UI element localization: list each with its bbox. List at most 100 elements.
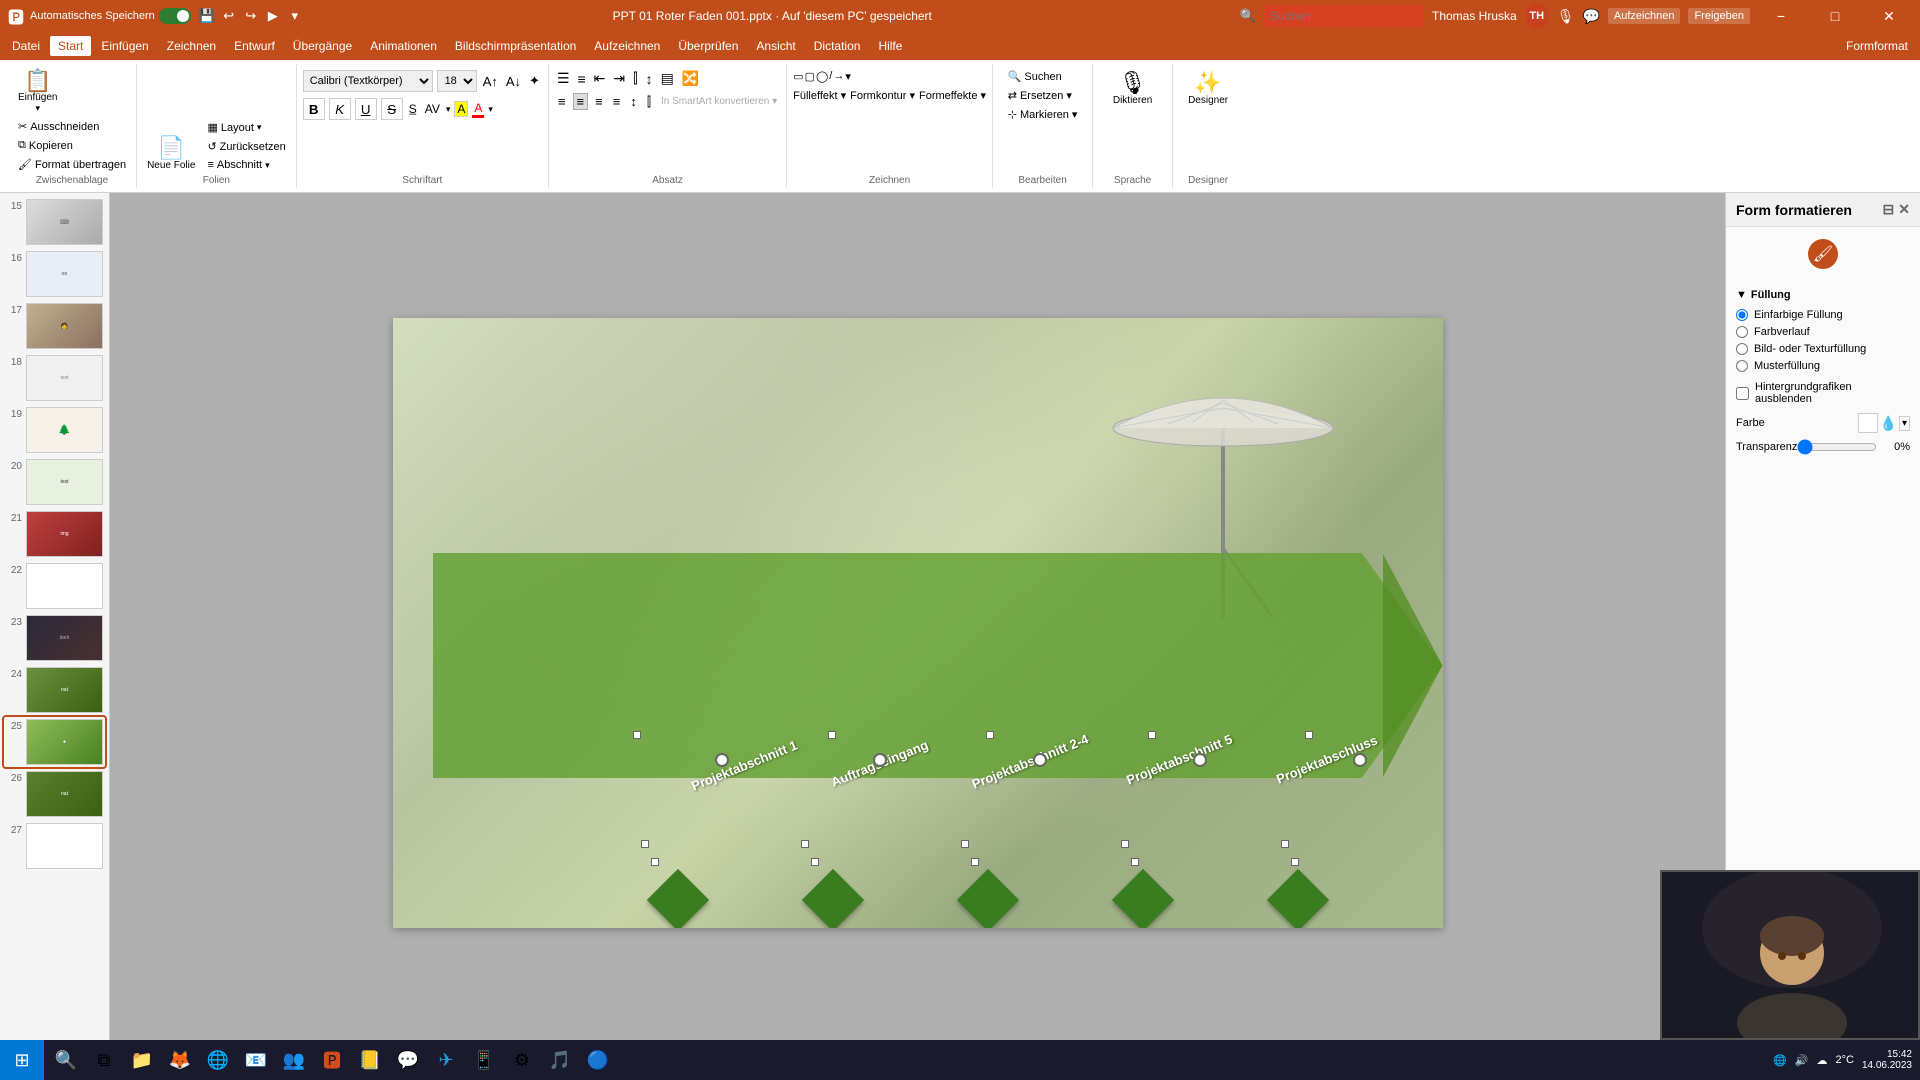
copy-button[interactable]: ⧉ Kopieren bbox=[14, 137, 77, 154]
search-icon[interactable]: 🔍 bbox=[1240, 8, 1256, 24]
rotate-handle-4[interactable] bbox=[1193, 753, 1207, 767]
menu-ueberpruefen[interactable]: Überprüfen bbox=[670, 36, 746, 56]
panel-close-button[interactable]: ✕ bbox=[1898, 201, 1910, 218]
color-eyedropper-icon[interactable]: 💧 bbox=[1880, 415, 1897, 432]
italic-button[interactable]: K bbox=[329, 98, 351, 120]
menu-formformat[interactable]: Formformat bbox=[1838, 36, 1916, 56]
fill-pattern-option[interactable]: Musterfüllung bbox=[1736, 360, 1910, 372]
rotate-handle-3[interactable] bbox=[1033, 753, 1047, 767]
increase-font-icon[interactable]: A↑ bbox=[481, 74, 500, 89]
slide-thumb-20[interactable]: 20 text bbox=[4, 457, 105, 507]
menu-dictation[interactable]: Dictation bbox=[806, 36, 869, 56]
taskbar-telegram[interactable]: ✈ bbox=[428, 1042, 464, 1078]
taskbar-app3[interactable]: 🎵 bbox=[542, 1042, 578, 1078]
taskbar-chrome[interactable]: 🌐 bbox=[200, 1042, 236, 1078]
slide-thumb-16[interactable]: 16 ≡≡ bbox=[4, 249, 105, 299]
taskbar-volume-icon[interactable]: 🔊 bbox=[1795, 1054, 1809, 1067]
format-paint-icon[interactable]: 🖌 bbox=[1808, 239, 1838, 269]
menu-animationen[interactable]: Animationen bbox=[362, 36, 445, 56]
menu-datei[interactable]: Datei bbox=[4, 36, 48, 56]
fill-effect-icon[interactable]: Fülleffekt ▾ bbox=[793, 89, 846, 102]
taskbar-onenote[interactable]: 📒 bbox=[352, 1042, 388, 1078]
taskbar-outlook[interactable]: 📧 bbox=[238, 1042, 274, 1078]
slide-thumb-21[interactable]: 21 img bbox=[4, 509, 105, 559]
record-btn[interactable]: Aufzeichnen bbox=[1608, 8, 1681, 24]
taskbar-teams[interactable]: 👥 bbox=[276, 1042, 312, 1078]
format-copy-button[interactable]: 🖌 Format übertragen bbox=[14, 156, 130, 173]
taskbar-firefox[interactable]: 🦊 bbox=[162, 1042, 198, 1078]
slide-thumb-25[interactable]: 25 ● bbox=[4, 717, 105, 767]
font-size-select[interactable]: 18 bbox=[437, 70, 477, 92]
increase-indent-icon[interactable]: ⇥ bbox=[611, 70, 627, 87]
section-button[interactable]: ≡ Abschnitt ▾ bbox=[203, 157, 289, 173]
taskbar-search[interactable]: 🔍 bbox=[48, 1042, 84, 1078]
shape-rounded[interactable]: ▢ bbox=[805, 70, 815, 83]
menu-hilfe[interactable]: Hilfe bbox=[870, 36, 910, 56]
border-icon[interactable]: Formkontur ▾ bbox=[850, 89, 915, 102]
color-swatch[interactable] bbox=[1858, 413, 1878, 433]
save-icon[interactable]: 💾 bbox=[197, 6, 217, 26]
canvas-area[interactable]: Projektabschnitt 1 Auftragseingang Proje… bbox=[110, 193, 1725, 1053]
columns-icon[interactable]: ⫿ bbox=[631, 70, 639, 87]
undo-icon[interactable]: ↩ bbox=[219, 6, 239, 26]
hide-bg-option[interactable]: Hintergrundgrafiken ausblenden bbox=[1736, 381, 1910, 405]
hide-bg-checkbox[interactable] bbox=[1736, 387, 1749, 400]
font-color-arrow2[interactable]: ▾ bbox=[488, 104, 493, 115]
line-spacing-icon[interactable]: ↕ bbox=[627, 94, 640, 109]
fill-solid-option[interactable]: Einfarbige Füllung bbox=[1736, 309, 1910, 321]
rotate-handle-1[interactable] bbox=[715, 753, 729, 767]
cut-button[interactable]: ✂ Ausschneiden bbox=[14, 118, 103, 135]
search-input[interactable] bbox=[1264, 5, 1424, 27]
columns2-icon[interactable]: ⫿ bbox=[644, 94, 654, 110]
paste-arrow[interactable]: ▾ bbox=[35, 103, 40, 114]
slide-thumb-15[interactable]: 15 ⌨ bbox=[4, 197, 105, 247]
rotate-handle-2[interactable] bbox=[873, 753, 887, 767]
char-spacing-icon[interactable]: AV bbox=[423, 102, 442, 116]
fill-texture-option[interactable]: Bild- oder Texturfüllung bbox=[1736, 343, 1910, 355]
slide-thumb-26[interactable]: 26 nat bbox=[4, 769, 105, 819]
panel-collapse-button[interactable]: ⊟ bbox=[1883, 201, 1895, 218]
shape-circle[interactable]: ◯ bbox=[816, 70, 828, 83]
slide-thumb-27[interactable]: 27 bbox=[4, 821, 105, 871]
taskbar-app1[interactable]: 📱 bbox=[466, 1042, 502, 1078]
taskbar-app2[interactable]: ⚙ bbox=[504, 1042, 540, 1078]
taskbar-app4[interactable]: 🔵 bbox=[580, 1042, 616, 1078]
taskbar-explorer[interactable]: 📁 bbox=[124, 1042, 160, 1078]
replace-button[interactable]: ⇄ Ersetzen ▾ bbox=[1004, 87, 1082, 104]
share-btn[interactable]: Freigeben bbox=[1688, 8, 1750, 24]
transparency-slider[interactable] bbox=[1797, 439, 1877, 455]
shape-more[interactable]: ▾ bbox=[845, 70, 851, 83]
user-avatar[interactable]: TH bbox=[1525, 4, 1549, 28]
text-shadow-icon[interactable]: S̲ bbox=[407, 102, 419, 116]
menu-uebergaenge[interactable]: Übergänge bbox=[285, 36, 360, 56]
close-button[interactable]: ✕ bbox=[1866, 0, 1912, 32]
mic-icon[interactable]: 🎙 bbox=[1557, 8, 1575, 25]
slide-thumb-24[interactable]: 24 nat bbox=[4, 665, 105, 715]
shape-rect[interactable]: ▭ bbox=[793, 70, 803, 83]
start-button[interactable]: ⊞ bbox=[0, 1040, 44, 1080]
fill-solid-radio[interactable] bbox=[1736, 309, 1748, 321]
redo-icon[interactable]: ↪ bbox=[241, 6, 261, 26]
layout-arrow[interactable]: ▾ bbox=[257, 122, 262, 133]
justify-icon[interactable]: ≡ bbox=[610, 94, 624, 109]
slide-thumb-23[interactable]: 23 dark bbox=[4, 613, 105, 663]
list-unordered-icon[interactable]: ☰ bbox=[555, 70, 572, 87]
present-icon[interactable]: ▶ bbox=[263, 6, 283, 26]
reset-button[interactable]: ↺ Zurücksetzen bbox=[203, 138, 289, 155]
new-slide-button[interactable]: 📄 Neue Folie bbox=[143, 135, 199, 173]
menu-einfuegen[interactable]: Einfügen bbox=[93, 36, 156, 56]
font-color-arrow[interactable]: ▾ bbox=[446, 104, 451, 115]
highlight-color-icon[interactable]: A bbox=[454, 101, 468, 117]
shape-arrow[interactable]: → bbox=[833, 70, 844, 83]
menu-aufzeichnen[interactable]: Aufzeichnen bbox=[586, 36, 668, 56]
menu-zeichnen[interactable]: Zeichnen bbox=[159, 36, 224, 56]
align-center-icon[interactable]: ≡ bbox=[573, 93, 589, 110]
taskbar-teams2[interactable]: 💬 bbox=[390, 1042, 426, 1078]
minimize-button[interactable]: − bbox=[1758, 0, 1804, 32]
menu-entwurf[interactable]: Entwurf bbox=[226, 36, 283, 56]
slide-thumb-18[interactable]: 18 text bbox=[4, 353, 105, 403]
smartart-icon[interactable]: 🔀 bbox=[680, 70, 701, 87]
shape-line[interactable]: / bbox=[829, 70, 832, 83]
paste-button[interactable]: 📋 Einfügen ▾ bbox=[14, 68, 74, 116]
comment-icon[interactable]: 💬 bbox=[1582, 8, 1599, 25]
